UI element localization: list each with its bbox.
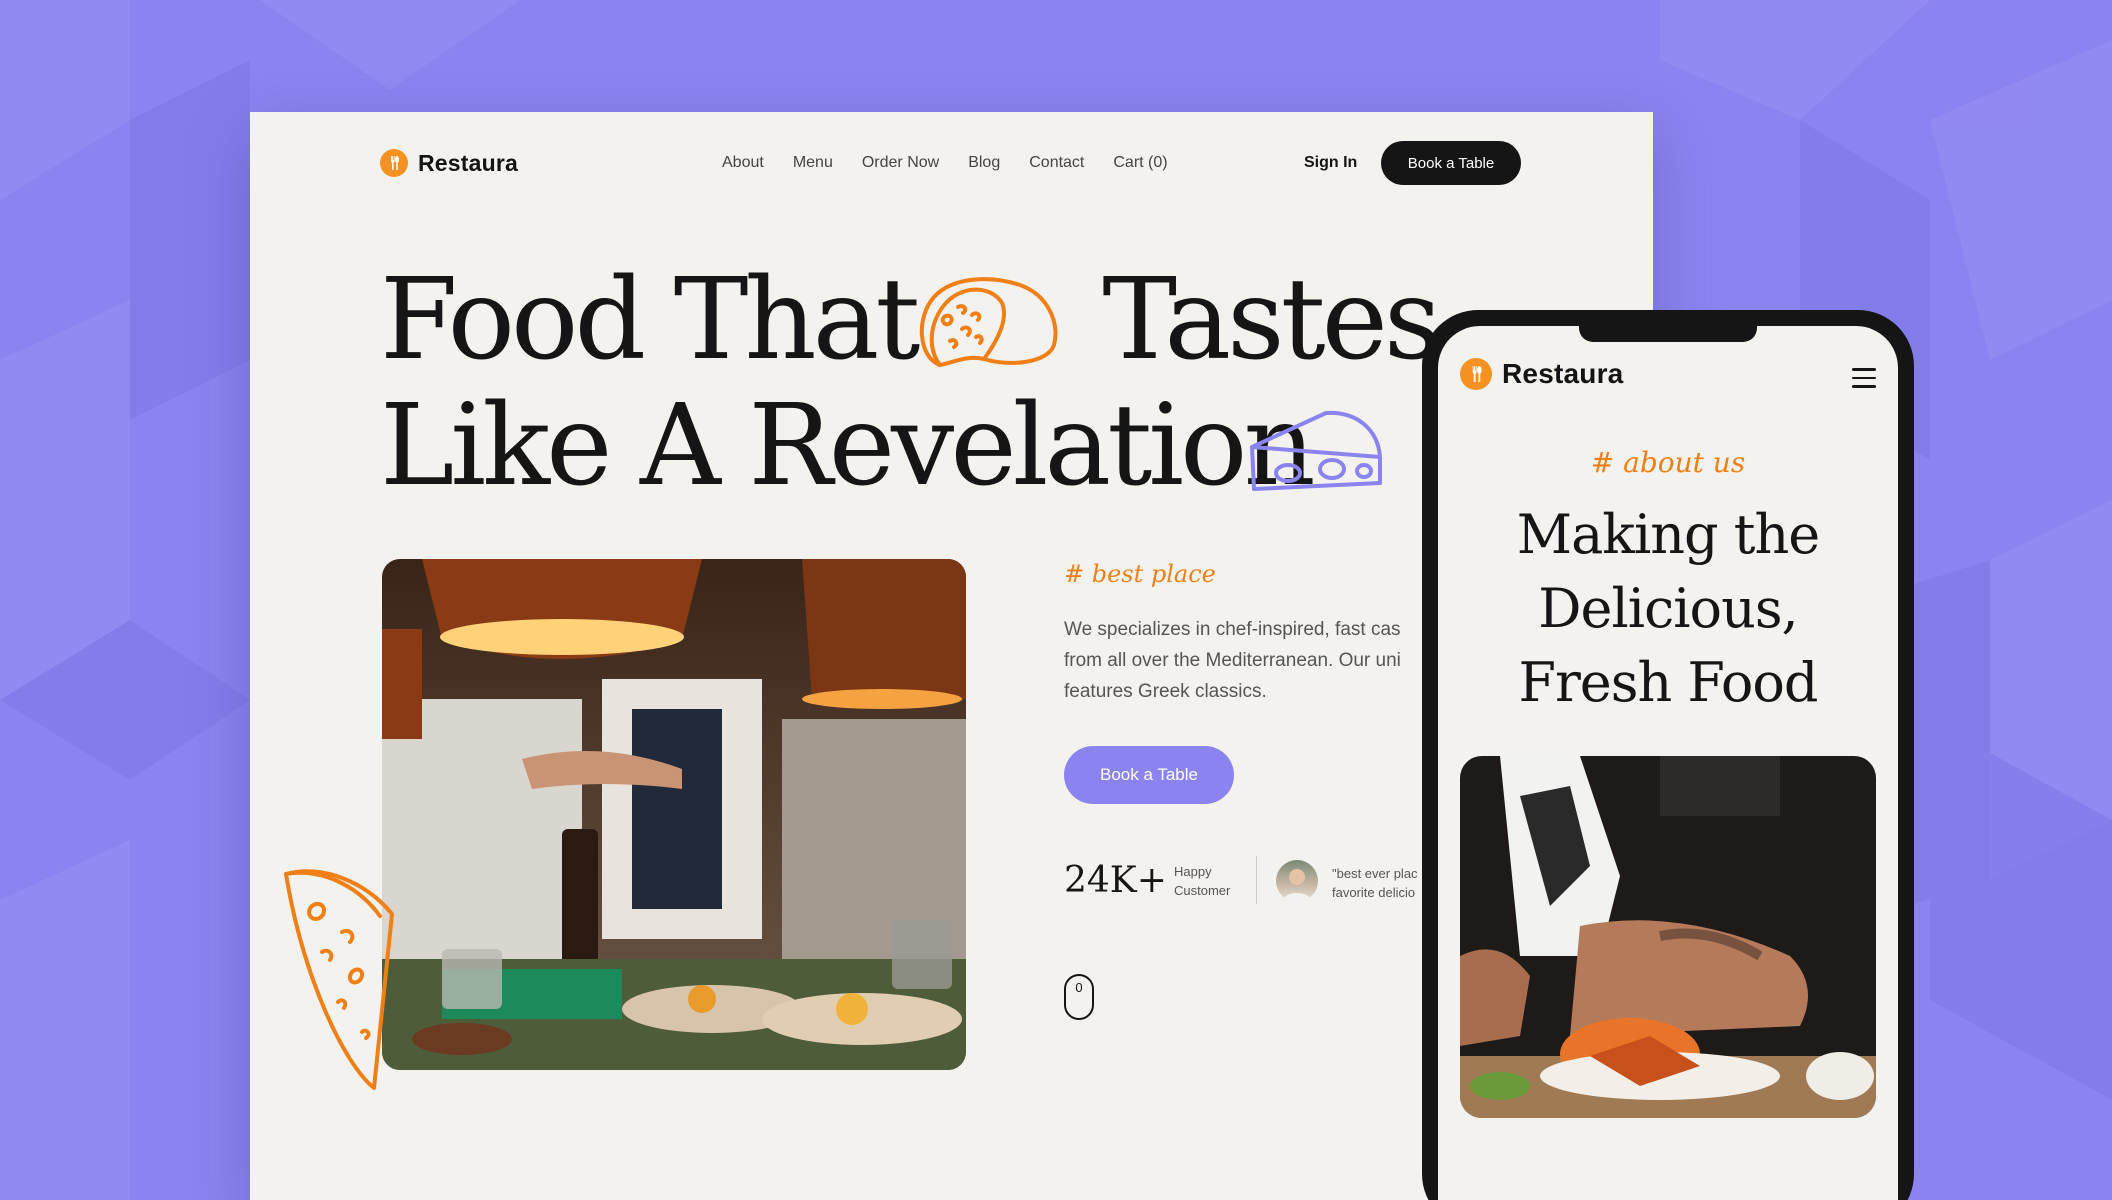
mobile-title-line2: Delicious, <box>1538 577 1798 640</box>
brand-name: Restaura <box>418 149 519 176</box>
mobile-title-line3: Fresh Food <box>1518 651 1819 714</box>
nav-order-now[interactable]: Order Now <box>862 154 939 172</box>
hero-title-line1: Food That <box>380 255 920 385</box>
mouse-icon[interactable]: 0 <box>1064 974 1094 1020</box>
about-us-tag: # about us <box>1590 446 1746 479</box>
taco-icon <box>920 277 1058 367</box>
cheese-icon <box>1250 410 1382 491</box>
mobile-brand-name: Restaura <box>1502 358 1624 389</box>
mobile-phone-preview: Restaura # about us Making the Delicious… <box>1422 310 1914 1200</box>
review-quote-line1: "best ever plac <box>1332 866 1418 881</box>
chef-plating-photo <box>1460 756 1876 1118</box>
nav-menu[interactable]: Menu <box>793 154 833 172</box>
mobile-title-line1: Making the <box>1516 503 1820 566</box>
reviewer-avatar <box>1276 860 1318 902</box>
nav-links: About Menu Order Now Blog Contact Cart (… <box>722 154 1168 172</box>
hero-title-line1b: Tastes <box>1102 255 1441 385</box>
scroll-indicator: 0 <box>1075 980 1083 995</box>
stat-divider <box>1256 856 1257 904</box>
pizza-slice-icon <box>284 869 394 1090</box>
nav-cart[interactable]: Cart (0) <box>1113 154 1167 172</box>
best-place-tag: # best place <box>1064 560 1216 588</box>
review-quote: "best ever plac favorite delicio <box>1332 864 1418 902</box>
nav-contact[interactable]: Contact <box>1029 154 1084 172</box>
mobile-section-title: Making the Delicious, Fresh Food <box>1438 498 1898 720</box>
nav-about[interactable]: About <box>722 154 764 172</box>
logo[interactable]: Restaura <box>380 149 518 177</box>
mobile-logo[interactable]: Restaura <box>1460 358 1623 390</box>
book-table-hero-button[interactable]: Book a Table <box>1064 746 1234 804</box>
fork-spoon-icon <box>380 149 408 177</box>
review-quote-line2: favorite delicio <box>1332 885 1416 900</box>
navbar: Restaura About Menu Order Now Blog Conta… <box>250 112 1653 212</box>
phone-notch <box>1579 326 1757 342</box>
nav-blog[interactable]: Blog <box>968 154 1000 172</box>
happy-customer-label: Happy Customer <box>1174 864 1231 898</box>
phone-screen: Restaura # about us Making the Delicious… <box>1438 326 1898 1200</box>
hero-kitchen-photo <box>382 559 966 1070</box>
hamburger-icon[interactable] <box>1852 368 1876 388</box>
sign-in-link[interactable]: Sign In <box>1304 154 1357 172</box>
book-table-nav-button[interactable]: Book a Table <box>1381 141 1521 185</box>
happy-customer-count: 24K+ <box>1064 860 1167 901</box>
fork-spoon-icon <box>1460 358 1492 390</box>
